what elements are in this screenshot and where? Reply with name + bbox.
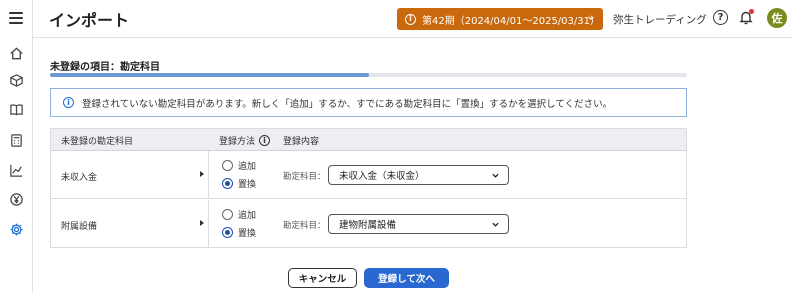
- account-field-label: 勘定科目：: [283, 221, 326, 231]
- header-method-label: 登録方法: [219, 137, 256, 147]
- account-select[interactable]: 建物附属設備: [328, 214, 509, 234]
- header-account: 未登録の勘定科目: [61, 137, 134, 147]
- radio-replace[interactable]: 置換: [222, 177, 256, 190]
- radio-add-label: 追加: [238, 211, 257, 221]
- account-select[interactable]: 未収入金（未収金）: [328, 165, 509, 185]
- box-icon[interactable]: [0, 67, 33, 93]
- radio-replace-label: 置換: [238, 180, 257, 190]
- account-name: 未収入金: [61, 173, 98, 183]
- import-screen: インポート i 第42期（2024/04/01〜2025/03/31） 弥生トレ…: [0, 0, 792, 292]
- radio-replace[interactable]: 置換: [222, 226, 256, 239]
- yen-icon[interactable]: [0, 186, 33, 212]
- column-divider: [208, 151, 209, 199]
- expand-arrow-icon[interactable]: [200, 220, 204, 226]
- table-row: 附属設備 追加 置換 勘定科目： 建物附属設備: [51, 200, 686, 248]
- chevron-down-icon: [588, 16, 594, 21]
- unregistered-accounts-table: 未登録の勘定科目 登録方法 i 登録内容 未収入金 追加 置換 勘定科目： 未収…: [50, 128, 687, 248]
- notification-badge: [749, 9, 754, 14]
- cancel-button[interactable]: キャンセル: [288, 268, 357, 288]
- company-name[interactable]: 弥生トレーディング: [613, 12, 707, 27]
- table-header: 未登録の勘定科目 登録方法 i 登録内容: [51, 129, 686, 151]
- fiscal-period-dropdown[interactable]: i 第42期（2024/04/01〜2025/03/31）: [397, 8, 603, 30]
- progress-fill: [50, 73, 369, 77]
- page-title: インポート: [49, 11, 130, 30]
- radio-button[interactable]: [222, 227, 233, 238]
- account-name: 附属設備: [61, 222, 98, 232]
- calculator-icon[interactable]: [0, 127, 33, 153]
- section-title: 未登録の項目：勘定科目: [50, 62, 160, 73]
- radio-add[interactable]: 追加: [222, 208, 256, 221]
- radio-button[interactable]: [222, 160, 233, 171]
- top-header: インポート i 第42期（2024/04/01〜2025/03/31） 弥生トレ…: [33, 0, 792, 38]
- radio-add-label: 追加: [238, 162, 257, 172]
- fiscal-period-label: 第42期（2024/04/01〜2025/03/31）: [422, 15, 600, 27]
- radio-button[interactable]: [222, 178, 233, 189]
- gear-icon[interactable]: [0, 216, 33, 242]
- info-icon[interactable]: i: [259, 135, 271, 146]
- info-icon: i: [405, 13, 416, 25]
- register-next-button[interactable]: 登録して次へ: [364, 268, 449, 288]
- avatar[interactable]: 佐: [767, 8, 787, 28]
- chart-icon[interactable]: [0, 157, 33, 183]
- info-icon: i: [63, 97, 74, 108]
- progress-bar: [50, 73, 687, 77]
- table-row: 未収入金 追加 置換 勘定科目： 未収入金（未収金）: [51, 151, 686, 199]
- book-icon[interactable]: [0, 96, 33, 122]
- sidebar: [0, 0, 33, 292]
- notice-text: 登録されていない勘定科目があります。新しく「追加」するか、すでにある勘定科目に「…: [82, 98, 613, 110]
- radio-replace-label: 置換: [238, 229, 257, 239]
- expand-arrow-icon[interactable]: [200, 171, 204, 177]
- header-content: 登録内容: [283, 137, 320, 147]
- column-divider: [208, 200, 209, 248]
- home-icon[interactable]: [0, 40, 33, 66]
- info-notice: i 登録されていない勘定科目があります。新しく「追加」するか、すでにある勘定科目…: [50, 88, 687, 117]
- account-field-label: 勘定科目：: [283, 172, 326, 182]
- radio-button[interactable]: [222, 209, 233, 220]
- chevron-down-icon: [492, 173, 499, 178]
- account-select-value: 未収入金（未収金）: [339, 171, 425, 182]
- account-select-value: 建物附属設備: [339, 220, 397, 231]
- chevron-down-icon: [492, 222, 499, 227]
- header-method: 登録方法 i: [219, 134, 271, 147]
- menu-icon[interactable]: [9, 12, 23, 24]
- help-icon[interactable]: ?: [713, 10, 728, 25]
- radio-add[interactable]: 追加: [222, 159, 256, 172]
